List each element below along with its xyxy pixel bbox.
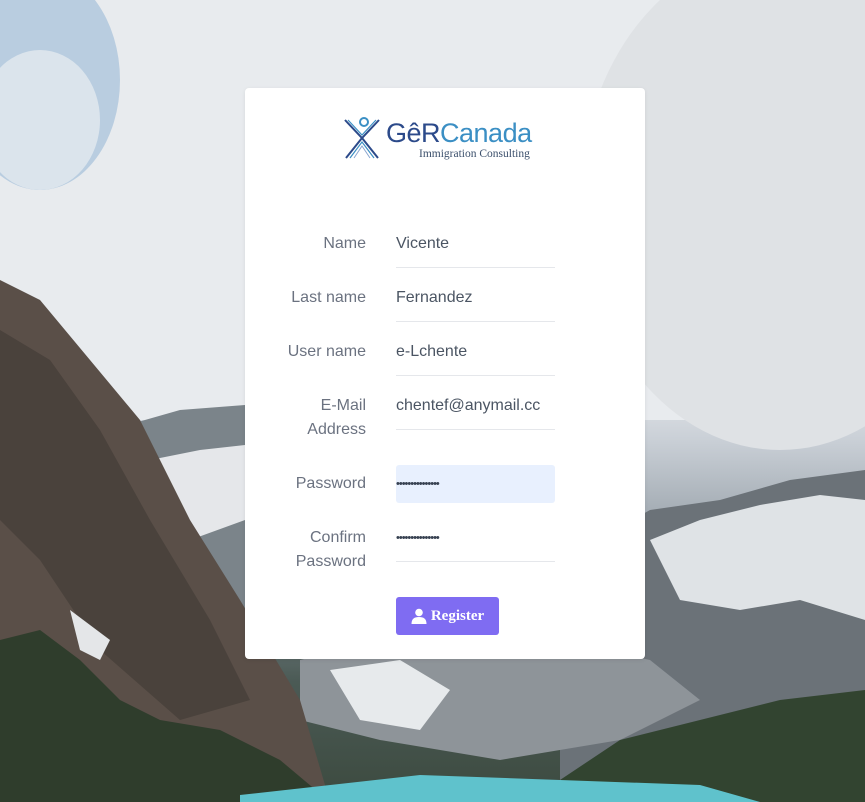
password-label: Password — [295, 475, 366, 492]
name-input[interactable]: Vicente — [396, 230, 555, 268]
last-name-input[interactable]: Fernandez — [396, 284, 555, 322]
logo-brand-text: GêRCanada — [386, 118, 532, 149]
password-input[interactable]: ••••••••••••••• — [396, 465, 555, 503]
user-icon — [411, 608, 427, 624]
company-logo: GêRCanada Immigration Consulting — [342, 116, 552, 164]
last-name-label: Last name — [291, 289, 366, 306]
logo-brand-part1: GêR — [386, 118, 441, 148]
logo-brand-part2: Canada — [440, 118, 532, 148]
email-input[interactable]: chentef@anymail.cc — [396, 392, 555, 430]
user-name-label: User name — [287, 343, 366, 360]
confirm-password-input[interactable]: ••••••••••••••• — [396, 524, 555, 562]
name-label: Name — [323, 235, 366, 252]
register-label: Register — [430, 607, 485, 624]
registration-card: GêRCanada Immigration Consulting Name Vi… — [245, 88, 645, 659]
user-name-input[interactable]: e-Lchente — [396, 338, 555, 376]
logo-emblem-icon — [344, 117, 380, 159]
email-label: E-Mail Address — [307, 397, 366, 438]
confirm-password-label: Confirm Password — [295, 529, 366, 570]
register-button[interactable]: Register — [396, 597, 499, 635]
logo-subtitle: Immigration Consulting — [419, 148, 530, 160]
